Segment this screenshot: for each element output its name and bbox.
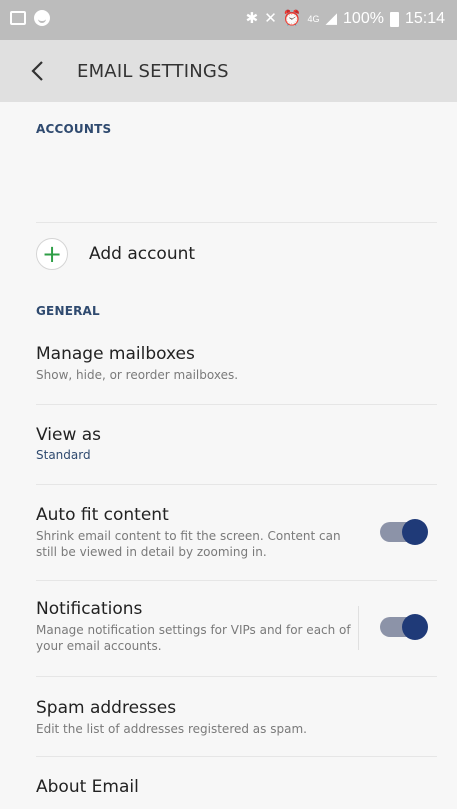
view-as-item[interactable]: View as Standard	[36, 424, 436, 462]
notifications-item[interactable]: Notifications Manage notification settin…	[36, 598, 356, 654]
bluetooth-icon: ✱	[245, 10, 259, 27]
add-account-button[interactable]: + Add account	[36, 234, 436, 274]
status-bar: ✱ ✕ ⏰ 4G ◢ 100% 15:14	[0, 0, 457, 40]
status-right-icons: ✱ ✕ ⏰ 4G ◢ 100% 15:14	[246, 10, 445, 28]
back-arrow-icon	[31, 61, 43, 81]
page-title: EMAIL SETTINGS	[77, 61, 229, 82]
manage-mailboxes-item[interactable]: Manage mailboxes Show, hide, or reorder …	[36, 343, 436, 383]
divider	[36, 222, 437, 223]
item-subtitle: Manage notification settings for VIPs an…	[36, 623, 351, 653]
item-title: Manage mailboxes	[36, 344, 195, 364]
general-section-heading: GENERAL	[36, 304, 100, 318]
image-notification-icon	[10, 11, 26, 25]
accounts-section-heading: ACCOUNTS	[36, 122, 112, 136]
item-title: About Email	[36, 777, 139, 797]
item-title: Spam addresses	[36, 698, 177, 718]
item-subtitle: Show, hide, or reorder mailboxes.	[36, 368, 239, 382]
notifications-toggle[interactable]	[380, 614, 428, 640]
battery-icon	[389, 11, 399, 27]
item-title: View as	[36, 425, 102, 445]
item-subtitle: Edit the list of addresses registered as…	[36, 722, 307, 736]
emoji-notification-icon	[34, 10, 50, 26]
item-subtitle: Shrink email content to fit the screen. …	[36, 529, 341, 559]
alarm-icon: ⏰	[282, 10, 302, 27]
divider	[36, 404, 437, 405]
item-title: Notifications	[36, 599, 143, 619]
add-account-label: Add account	[89, 244, 196, 264]
signal-icon: ◢	[325, 10, 338, 27]
add-icon: +	[36, 238, 68, 270]
toggle-thumb	[402, 614, 428, 640]
status-left-icons	[10, 10, 50, 26]
mute-icon: ✕	[264, 10, 277, 27]
vertical-separator	[358, 606, 359, 650]
item-title: Auto fit content	[36, 505, 169, 525]
divider	[36, 580, 437, 581]
auto-fit-toggle[interactable]	[380, 519, 428, 545]
divider	[36, 484, 437, 485]
clock: 15:14	[404, 10, 445, 27]
auto-fit-content-item[interactable]: Auto fit content Shrink email content to…	[36, 504, 356, 560]
toggle-thumb	[402, 519, 428, 545]
divider	[36, 756, 437, 757]
battery-percent: 100%	[343, 10, 384, 27]
item-value: Standard	[36, 448, 91, 462]
app-bar: EMAIL SETTINGS	[0, 40, 457, 102]
network-type-label: 4G	[307, 14, 320, 24]
back-button[interactable]	[27, 58, 51, 84]
divider	[36, 676, 437, 677]
spam-addresses-item[interactable]: Spam addresses Edit the list of addresse…	[36, 697, 436, 737]
about-email-item[interactable]: About Email	[36, 776, 436, 798]
